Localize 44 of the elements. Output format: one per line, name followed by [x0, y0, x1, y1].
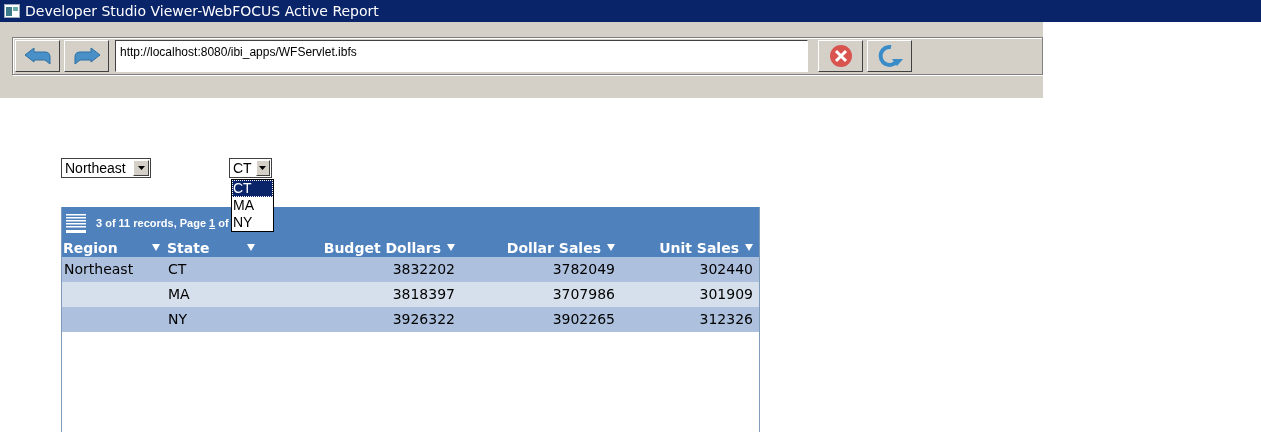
dropdown-option[interactable]: NY: [232, 214, 273, 231]
sort-arrow-icon[interactable]: [745, 244, 753, 251]
sort-arrow-icon[interactable]: [447, 244, 455, 251]
region-dropdown[interactable]: Northeast: [61, 158, 151, 178]
column-header[interactable]: Dollar Sales: [506, 239, 601, 256]
back-button[interactable]: [15, 40, 60, 72]
table-cell-text: 3926322: [391, 310, 456, 329]
table-cell-text: 3782049: [551, 260, 616, 279]
table-cell-text: 302440: [698, 260, 754, 279]
table-cell-text: 3902265: [551, 310, 616, 329]
table-cell-text: NY: [167, 310, 189, 329]
refresh-button[interactable]: [867, 40, 912, 72]
dropdown-option[interactable]: MA: [232, 197, 273, 214]
table-cell-text: 301909: [698, 285, 754, 304]
sort-arrow-icon[interactable]: [152, 244, 160, 251]
close-icon: [828, 44, 853, 68]
page-link[interactable]: 1: [209, 216, 216, 229]
column-header[interactable]: Budget Dollars: [323, 239, 441, 256]
back-arrow-icon: [22, 45, 53, 67]
forward-arrow-icon: [71, 45, 102, 67]
table-cell-text: 3818397: [391, 285, 456, 304]
table-cell-text: CT: [167, 260, 188, 279]
state-dropdown[interactable]: CT: [229, 158, 272, 178]
table-cell-text: Northeast: [63, 260, 135, 279]
column-header[interactable]: Region: [63, 239, 118, 256]
column-header[interactable]: Unit Sales: [659, 239, 739, 256]
table-cell-text: 3832202: [391, 260, 456, 279]
dropdown-arrow-icon: [259, 166, 267, 170]
page-total: of: [218, 216, 229, 229]
stop-button[interactable]: [818, 40, 863, 72]
record-count: 3 of 11 records, Page: [96, 216, 207, 229]
app-icon: [4, 4, 20, 18]
table-cell-text: MA: [167, 285, 191, 304]
forward-button[interactable]: [64, 40, 109, 72]
menu-icon[interactable]: [66, 212, 86, 233]
window-title: Developer Studio Viewer-WebFOCUS Active Report: [25, 3, 379, 19]
table-cell-text: 312326: [698, 310, 754, 329]
column-header[interactable]: State: [167, 239, 210, 256]
dropdown-option[interactable]: CT: [232, 180, 273, 197]
table-cell-text: 3707986: [551, 285, 616, 304]
dropdown-arrow-icon: [137, 166, 145, 170]
address-field[interactable]: http://localhost:8080/ibi_apps/WFServlet.ibfs: [115, 40, 808, 72]
sort-arrow-icon[interactable]: [607, 244, 615, 251]
sort-arrow-icon[interactable]: [247, 244, 255, 251]
